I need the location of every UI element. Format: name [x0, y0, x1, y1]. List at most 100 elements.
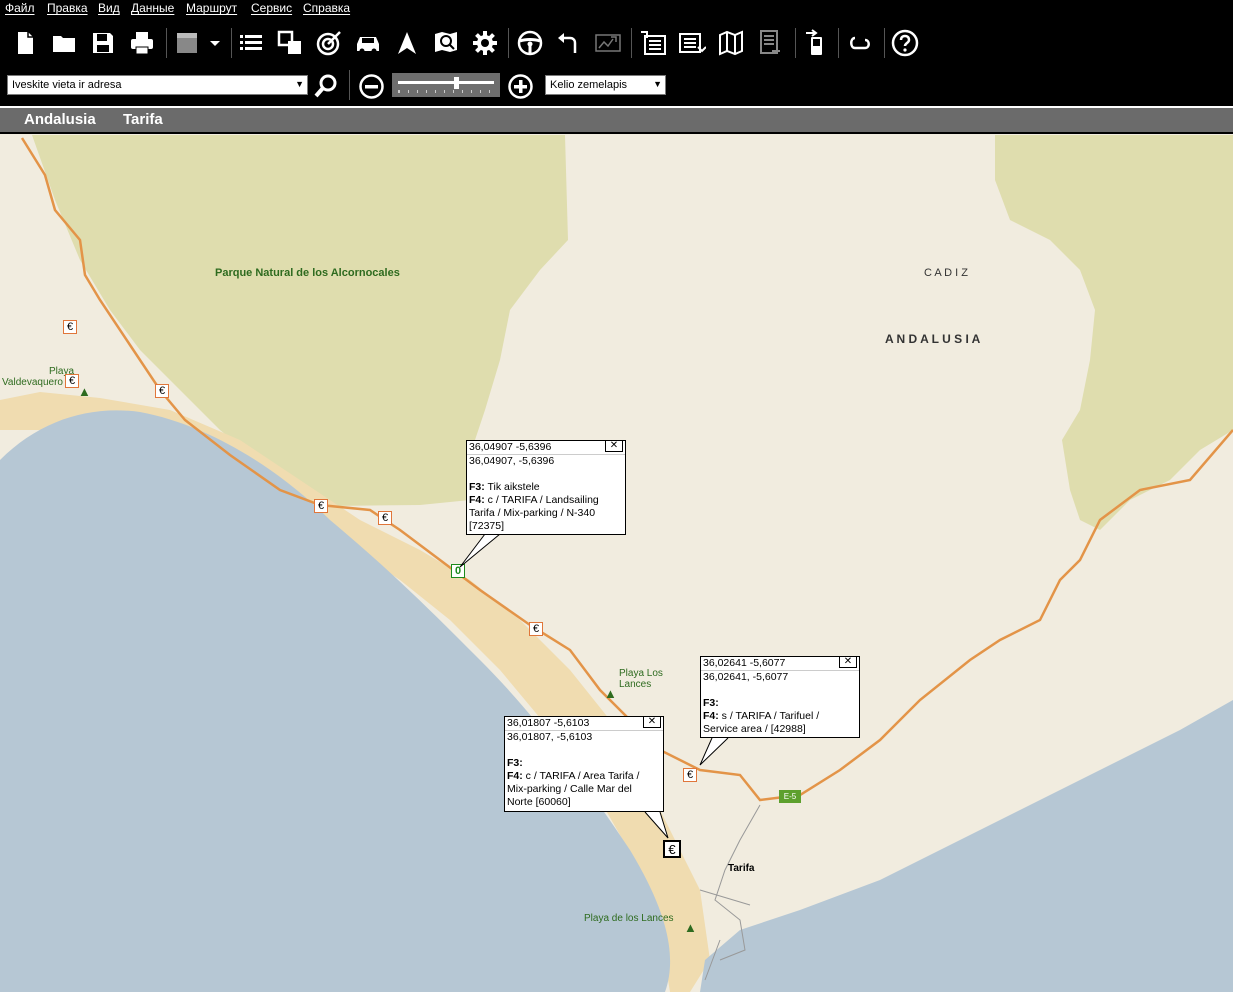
info-popup-f3: F3: — [507, 757, 523, 769]
save-icon[interactable] — [86, 26, 120, 60]
info-popup-f4-line: Tarifa / Mix-parking / N-340 — [469, 507, 596, 519]
print-icon[interactable] — [125, 26, 159, 60]
dropdown-arrow-icon[interactable] — [200, 26, 230, 60]
info-popup-f3: F3: — [703, 697, 719, 709]
menu-service[interactable]: Сервис — [251, 1, 292, 15]
region-label: A N D A L U S I A — [885, 332, 981, 346]
menu-file[interactable]: Файл — [5, 1, 35, 15]
search-icon[interactable] — [311, 72, 341, 100]
chevron-down-icon[interactable]: ▼ — [653, 79, 662, 89]
info-popup: 36,02641 -5,6077 ✕ 36,02641, -5,6077 F3:… — [700, 656, 860, 738]
parking-euro-icon[interactable]: € — [65, 374, 79, 388]
undo-icon[interactable] — [552, 26, 586, 60]
help-icon[interactable] — [888, 26, 922, 60]
breadcrumb-city[interactable]: Tarifa — [123, 111, 163, 128]
beach-tree-icon: ▲ — [604, 686, 617, 701]
sea-right — [700, 700, 1233, 992]
copy-windows-icon[interactable] — [273, 26, 307, 60]
tarifa-label: Tarifa — [728, 863, 755, 874]
map-search-icon[interactable] — [429, 26, 463, 60]
list-icon[interactable] — [234, 26, 268, 60]
car-icon[interactable] — [351, 26, 385, 60]
menu-edit[interactable]: Правка — [47, 1, 88, 15]
zoom-slider-track — [398, 81, 494, 84]
search-input-text: Iveskite vieta ir adresa — [12, 79, 122, 91]
info-popup-header: 36,04907 -5,6396 ✕ — [467, 440, 625, 455]
search-input[interactable]: Iveskite vieta ir adresa ▼ — [7, 75, 308, 95]
settings-gear-icon[interactable] — [468, 26, 502, 60]
map-type-value: Kelio zemelapis — [550, 79, 628, 91]
layer-select-icon[interactable] — [170, 26, 204, 60]
parking-euro-icon[interactable]: € — [683, 768, 697, 782]
menu-bar: Файл Правка Вид Данные Маршрут Сервис Сп… — [0, 0, 1233, 18]
info-popup: 36,01807 -5,6103 ✕ 36,01807, -5,6103 F3:… — [504, 716, 664, 812]
toolbar-separator — [231, 28, 232, 58]
info-popup-header: 36,01807 -5,6103 ✕ — [505, 716, 663, 731]
parking-euro-icon[interactable]: € — [378, 511, 392, 525]
zoom-in-icon[interactable] — [507, 73, 534, 100]
chevron-down-icon[interactable]: ▼ — [295, 79, 304, 89]
road-e5-badge: E-5 — [779, 790, 801, 803]
target-icon[interactable] — [312, 26, 346, 60]
breadcrumb: Andalusia Tarifa — [0, 106, 1233, 132]
info-popup-title: 36,04907 -5,6396 — [469, 441, 552, 453]
playa-los-lances-label-2: Lances — [619, 679, 652, 690]
image-export-icon[interactable] — [591, 26, 625, 60]
info-popup-header: 36,02641 -5,6077 ✕ — [701, 656, 859, 671]
map-book-icon[interactable] — [714, 26, 748, 60]
map-canvas[interactable]: Parque Natural de los Alcornocales C A D… — [0, 134, 1233, 992]
import-icon[interactable] — [636, 26, 670, 60]
parking-euro-icon[interactable]: € — [155, 384, 169, 398]
parking-euro-icon[interactable]: € — [314, 499, 328, 513]
info-popup-spacer — [467, 468, 625, 481]
connect-icon[interactable] — [843, 26, 877, 60]
phone-transfer-icon[interactable] — [799, 26, 833, 60]
toolbar-separator — [508, 28, 509, 58]
close-icon[interactable]: ✕ — [643, 716, 661, 728]
province-label: C A D I Z — [924, 267, 969, 279]
info-popup-spacer — [701, 684, 859, 697]
menu-help[interactable]: Справка — [303, 1, 350, 15]
open-folder-icon[interactable] — [47, 26, 81, 60]
parking-euro-icon[interactable]: € — [529, 622, 543, 636]
info-popup: 36,04907 -5,6396 ✕ 36,04907, -5,6396 F3:… — [466, 440, 626, 535]
steering-wheel-icon[interactable] — [513, 26, 547, 60]
selected-point-marker[interactable]: 0 — [451, 564, 465, 578]
navigation-arrow-icon[interactable] — [390, 26, 424, 60]
report-icon[interactable] — [753, 26, 787, 60]
beach-tree-icon: ▲ — [78, 384, 91, 399]
menu-view[interactable]: Вид — [98, 1, 120, 15]
info-popup-f4-line: [72375] — [469, 520, 505, 532]
zoom-out-icon[interactable] — [358, 73, 385, 100]
map-type-select[interactable]: Kelio zemelapis ▼ — [545, 75, 666, 95]
zoom-slider[interactable] — [392, 73, 500, 97]
info-popup-f4-line: Service area / [42988] — [703, 723, 806, 735]
info-popup-f4: F4: s / TARIFA / Tarifuel / — [703, 710, 820, 722]
menu-route[interactable]: Маршрут — [186, 1, 237, 15]
toolbar-separator — [166, 28, 167, 58]
parking-euro-icon[interactable]: € — [663, 840, 681, 858]
toolbar-separator — [631, 28, 632, 58]
info-popup-title: 36,01807 -5,6103 — [507, 717, 590, 729]
menu-data[interactable]: Данные — [131, 1, 174, 15]
close-icon[interactable]: ✕ — [839, 656, 857, 668]
zoom-slider-ticks — [398, 90, 495, 93]
toolbar — [0, 22, 1233, 66]
close-icon[interactable]: ✕ — [605, 440, 623, 452]
info-popup-f4: F4: c / TARIFA / Landsailing — [469, 494, 599, 506]
parking-euro-icon[interactable]: € — [63, 320, 77, 334]
search-row: Iveskite vieta ir adresa ▼ Kelio zemelap… — [0, 70, 1233, 102]
new-document-icon[interactable] — [8, 26, 42, 60]
info-popup-f4: F4: c / TARIFA / Area Tarifa / — [507, 770, 640, 782]
info-popup-f4-line: Norte [60060] — [507, 796, 571, 808]
toolbar-separator — [838, 28, 839, 58]
breadcrumb-region[interactable]: Andalusia — [24, 111, 96, 128]
toolbar-separator — [349, 70, 350, 100]
beach-tree-icon: ▲ — [684, 920, 697, 935]
export-icon[interactable] — [675, 26, 709, 60]
playa-de-los-lances-label: Playa de los Lances — [584, 913, 674, 924]
playa-los-lances-label-1: Playa Los — [619, 668, 663, 679]
toolbar-separator — [795, 28, 796, 58]
info-popup-coords: 36,01807, -5,6103 — [507, 731, 593, 743]
zoom-slider-thumb[interactable] — [453, 77, 459, 89]
